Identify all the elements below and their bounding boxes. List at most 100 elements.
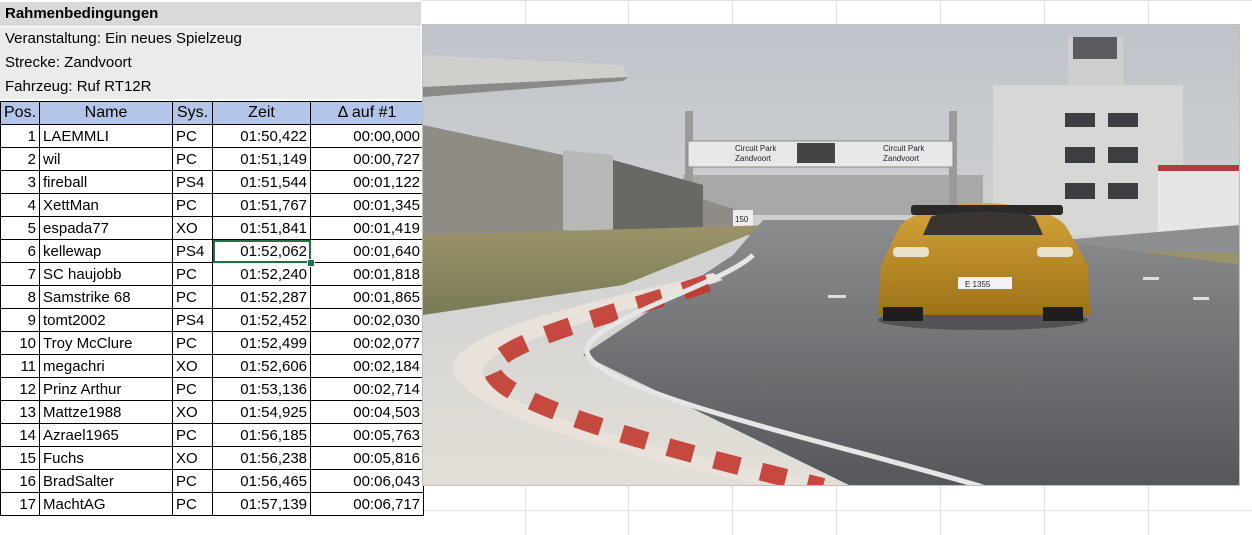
table-row[interactable]: 2 wil PC 01:51,149 00:00,727 <box>0 147 425 171</box>
zeit-cell[interactable]: 01:52,499 <box>212 331 312 355</box>
sheet-title[interactable]: Rahmenbedingungen <box>0 2 421 26</box>
name-cell[interactable]: Troy McClure <box>39 331 174 355</box>
table-row[interactable]: 3 fireball PS4 01:51,544 00:01,122 <box>0 170 425 194</box>
sys-cell[interactable]: PC <box>172 262 214 286</box>
pos-cell[interactable]: 10 <box>0 331 41 355</box>
table-row[interactable]: 12 Prinz Arthur PC 01:53,136 00:02,714 <box>0 377 425 401</box>
sys-cell[interactable]: PC <box>172 193 214 217</box>
table-row[interactable]: 16 BradSalter PC 01:56,465 00:06,043 <box>0 469 425 493</box>
col-header-name[interactable]: Name <box>39 101 174 125</box>
delta-cell[interactable]: 00:00,727 <box>310 147 425 171</box>
zeit-cell[interactable]: 01:54,925 <box>212 400 312 424</box>
zeit-cell[interactable]: 01:56,185 <box>212 423 312 447</box>
col-header-zeit[interactable]: Zeit <box>212 101 312 125</box>
col-header-delta[interactable]: Δ auf #1 <box>310 101 425 125</box>
zeit-cell[interactable]: 01:53,136 <box>212 377 312 401</box>
pos-cell[interactable]: 1 <box>0 124 41 148</box>
delta-cell[interactable]: 00:01,865 <box>310 285 425 309</box>
delta-cell[interactable]: 00:04,503 <box>310 400 425 424</box>
sys-cell[interactable]: PC <box>172 331 214 355</box>
pos-cell[interactable]: 14 <box>0 423 41 447</box>
pos-cell[interactable]: 12 <box>0 377 41 401</box>
table-row[interactable]: 9 tomt2002 PS4 01:52,452 00:02,030 <box>0 308 425 332</box>
pos-cell[interactable]: 9 <box>0 308 41 332</box>
name-cell[interactable]: Samstrike 68 <box>39 285 174 309</box>
name-cell[interactable]: Prinz Arthur <box>39 377 174 401</box>
sys-cell[interactable]: PC <box>172 492 214 516</box>
delta-cell[interactable]: 00:01,122 <box>310 170 425 194</box>
pos-cell[interactable]: 11 <box>0 354 41 378</box>
col-header-sys[interactable]: Sys. <box>172 101 214 125</box>
pos-cell[interactable]: 4 <box>0 193 41 217</box>
zeit-cell[interactable]: 01:52,606 <box>212 354 312 378</box>
table-row[interactable]: 4 XettMan PC 01:51,767 00:01,345 <box>0 193 425 217</box>
name-cell[interactable]: Azrael1965 <box>39 423 174 447</box>
pos-cell[interactable]: 17 <box>0 492 41 516</box>
pos-cell[interactable]: 16 <box>0 469 41 493</box>
track-cell[interactable]: Strecke: Zandvoort <box>0 51 421 75</box>
pos-cell[interactable]: 2 <box>0 147 41 171</box>
table-row[interactable]: 1 LAEMMLI PC 01:50,422 00:00,000 <box>0 124 425 148</box>
name-cell[interactable]: kellewap <box>39 239 174 263</box>
zeit-cell[interactable]: 01:52,062 <box>212 239 312 263</box>
name-cell[interactable]: fireball <box>39 170 174 194</box>
pos-cell[interactable]: 13 <box>0 400 41 424</box>
fill-handle[interactable] <box>306 258 315 267</box>
zeit-cell[interactable]: 01:51,149 <box>212 147 312 171</box>
table-row[interactable]: 17 MachtAG PC 01:57,139 00:06,717 <box>0 492 425 516</box>
table-row[interactable]: 14 Azrael1965 PC 01:56,185 00:05,763 <box>0 423 425 447</box>
name-cell[interactable]: XettMan <box>39 193 174 217</box>
table-row[interactable]: 15 Fuchs XO 01:56,238 00:05,816 <box>0 446 425 470</box>
name-cell[interactable]: LAEMMLI <box>39 124 174 148</box>
sys-cell[interactable]: PS4 <box>172 170 214 194</box>
car-cell[interactable]: Fahrzeug: Ruf RT12R <box>0 75 421 99</box>
name-cell[interactable]: MachtAG <box>39 492 174 516</box>
table-row[interactable]: 8 Samstrike 68 PC 01:52,287 00:01,865 <box>0 285 425 309</box>
sys-cell[interactable]: PS4 <box>172 308 214 332</box>
zeit-cell[interactable]: 01:56,465 <box>212 469 312 493</box>
table-row[interactable]: 13 Mattze1988 XO 01:54,925 00:04,503 <box>0 400 425 424</box>
zeit-cell[interactable]: 01:52,287 <box>212 285 312 309</box>
delta-cell[interactable]: 00:01,345 <box>310 193 425 217</box>
delta-cell[interactable]: 00:02,030 <box>310 308 425 332</box>
sys-cell[interactable]: XO <box>172 446 214 470</box>
name-cell[interactable]: megachri <box>39 354 174 378</box>
zeit-cell[interactable]: 01:56,238 <box>212 446 312 470</box>
delta-cell[interactable]: 00:05,763 <box>310 423 425 447</box>
zeit-cell[interactable]: 01:50,422 <box>212 124 312 148</box>
delta-cell[interactable]: 00:02,184 <box>310 354 425 378</box>
delta-cell[interactable]: 00:06,717 <box>310 492 425 516</box>
table-row[interactable]: 5 espada77 XO 01:51,841 00:01,419 <box>0 216 425 240</box>
delta-cell[interactable]: 00:01,818 <box>310 262 425 286</box>
event-cell[interactable]: Veranstaltung: Ein neues Spielzeug <box>0 27 421 51</box>
delta-cell[interactable]: 00:01,640 <box>310 239 425 263</box>
sys-cell[interactable]: PC <box>172 124 214 148</box>
pos-cell[interactable]: 7 <box>0 262 41 286</box>
pos-cell[interactable]: 8 <box>0 285 41 309</box>
sys-cell[interactable]: PC <box>172 377 214 401</box>
table-row[interactable]: 7 SC haujobb PC 01:52,240 00:01,818 <box>0 262 425 286</box>
table-row[interactable]: 11 megachri XO 01:52,606 00:02,184 <box>0 354 425 378</box>
race-photo[interactable]: Circuit Park Zandvoort Circuit Park Zand… <box>422 24 1240 486</box>
delta-cell[interactable]: 00:05,816 <box>310 446 425 470</box>
pos-cell[interactable]: 15 <box>0 446 41 470</box>
delta-cell[interactable]: 00:02,077 <box>310 331 425 355</box>
zeit-cell[interactable]: 01:51,767 <box>212 193 312 217</box>
zeit-cell[interactable]: 01:51,544 <box>212 170 312 194</box>
table-row[interactable]: 10 Troy McClure PC 01:52,499 00:02,077 <box>0 331 425 355</box>
name-cell[interactable]: tomt2002 <box>39 308 174 332</box>
sys-cell[interactable]: XO <box>172 400 214 424</box>
delta-cell[interactable]: 00:00,000 <box>310 124 425 148</box>
delta-cell[interactable]: 00:01,419 <box>310 216 425 240</box>
sys-cell[interactable]: PC <box>172 285 214 309</box>
zeit-cell[interactable]: 01:51,841 <box>212 216 312 240</box>
delta-cell[interactable]: 00:02,714 <box>310 377 425 401</box>
sys-cell[interactable]: PC <box>172 469 214 493</box>
delta-cell[interactable]: 00:06,043 <box>310 469 425 493</box>
pos-cell[interactable]: 3 <box>0 170 41 194</box>
zeit-cell[interactable]: 01:57,139 <box>212 492 312 516</box>
zeit-cell[interactable]: 01:52,452 <box>212 308 312 332</box>
name-cell[interactable]: wil <box>39 147 174 171</box>
name-cell[interactable]: SC haujobb <box>39 262 174 286</box>
pos-cell[interactable]: 6 <box>0 239 41 263</box>
